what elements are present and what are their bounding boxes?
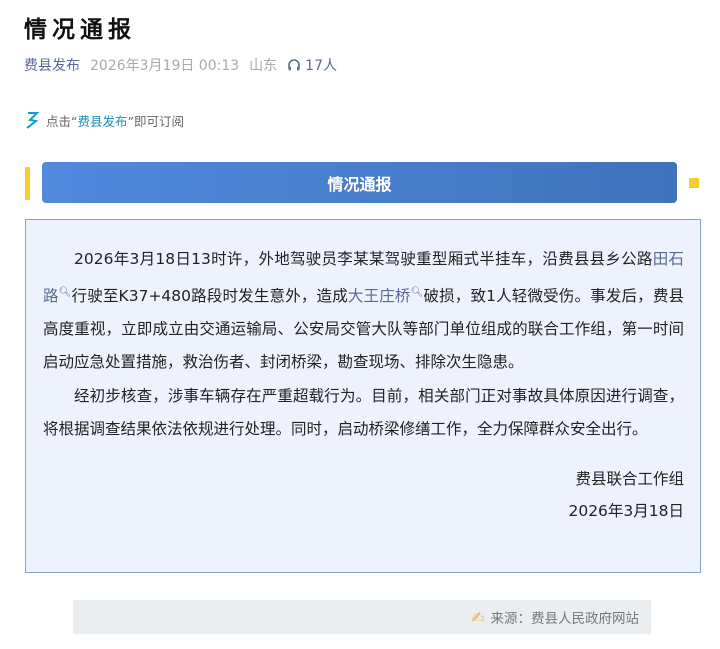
writing-hand-icon: ✍ bbox=[471, 607, 485, 627]
link-dawangzhuang-bridge[interactable]: 大王庄桥🔍︎ bbox=[348, 287, 424, 305]
subscribe-account[interactable]: 费县发布 bbox=[78, 114, 128, 129]
paragraph-2: 经初步核查，涉事车辆存在严重超载行为。目前，相关部门正对事故具体原因进行调查，将… bbox=[43, 387, 684, 439]
article-meta: 费县发布 2026年3月19日 00:13 山东 17人 bbox=[24, 55, 337, 75]
signer: 费县联合工作组 bbox=[575, 470, 684, 489]
listen-count[interactable]: 17人 bbox=[287, 55, 337, 75]
p1-text-b: 行驶至K37+480路段时发生意外，造成 bbox=[71, 287, 348, 306]
squiggle-logo-icon bbox=[26, 112, 40, 129]
paragraph-1: 2026年3月18日13时许，外地驾驶员李某某驾驶重型厢式半挂车，沿费县县乡公路… bbox=[43, 243, 684, 379]
section-banner: 情况通报 bbox=[42, 162, 677, 203]
signature: 费县联合工作组 2026年3月18日 bbox=[43, 463, 684, 527]
search-icon: 🔍︎ bbox=[410, 287, 424, 298]
source-text: 来源：费县人民政府网站 bbox=[490, 611, 640, 627]
subscribe-suffix: 即可订阅 bbox=[134, 113, 185, 129]
subscribe-prefix: 点击 bbox=[46, 113, 72, 129]
notice-box: 2026年3月18日13时许，外地驾驶员李某某驾驶重型厢式半挂车，沿费县县乡公路… bbox=[25, 219, 701, 573]
yellow-accent-bar bbox=[25, 167, 30, 200]
source-account-link[interactable]: 费县发布 bbox=[24, 55, 80, 75]
search-icon: 🔍︎ bbox=[58, 287, 72, 298]
p1-text-a: 2026年3月18日13时许，外地驾驶员李某某驾驶重型厢式半挂车，沿费县县乡公路 bbox=[74, 250, 653, 268]
location: 山东 bbox=[249, 58, 278, 74]
subscribe-hint[interactable]: 点击“费县发布”即可订阅 bbox=[24, 110, 184, 130]
link2-text: 大王庄桥 bbox=[347, 287, 411, 306]
source-footer: ✍ 来源：费县人民政府网站 bbox=[73, 600, 651, 634]
publish-datetime: 2026年3月19日 00:13 bbox=[90, 58, 240, 74]
listener-count-text: 17人 bbox=[305, 58, 337, 74]
yellow-accent-square bbox=[689, 178, 699, 188]
headphones-icon bbox=[288, 59, 300, 71]
signature-date: 2026年3月18日 bbox=[568, 502, 684, 521]
page-title: 情况通报 bbox=[24, 17, 136, 43]
